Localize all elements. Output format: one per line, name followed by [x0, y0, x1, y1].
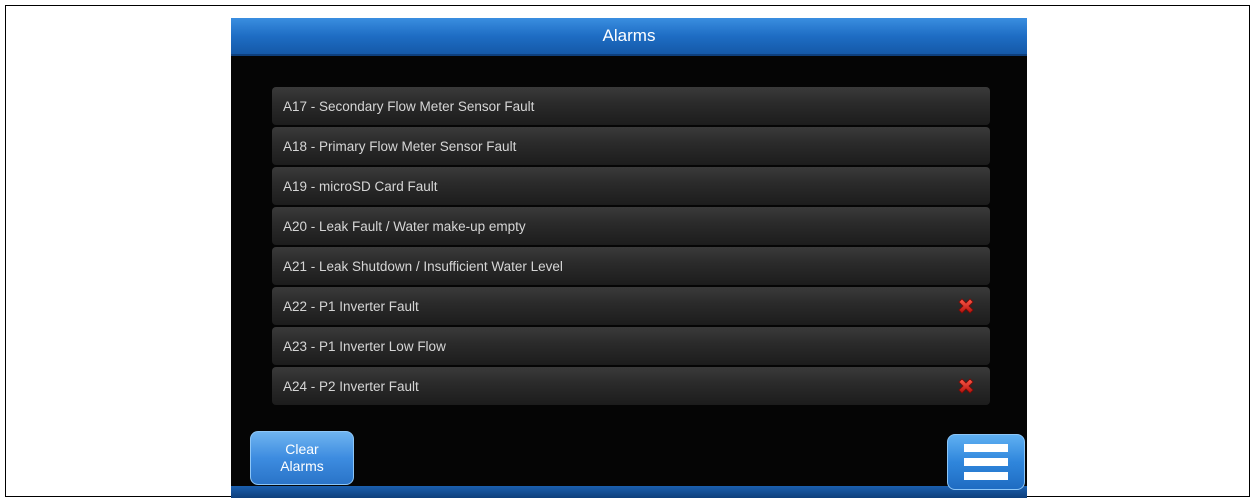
alarm-row-a19[interactable]: A19 - microSD Card Fault: [272, 167, 990, 205]
bottom-bar: [231, 486, 1027, 498]
alarm-label: A20 - Leak Fault / Water make-up empty: [283, 218, 526, 234]
clear-alarms-label-line1: Clear: [285, 441, 319, 457]
alarm-label: A21 - Leak Shutdown / Insufficient Water…: [283, 258, 563, 274]
alarm-label: A23 - P1 Inverter Low Flow: [283, 338, 446, 354]
alarm-label: A19 - microSD Card Fault: [283, 178, 438, 194]
alarm-row-a22[interactable]: A22 - P1 Inverter Fault: [272, 287, 990, 325]
title-bar: Alarms: [231, 18, 1027, 56]
alarm-row-a23[interactable]: A23 - P1 Inverter Low Flow: [272, 327, 990, 365]
alarm-active-x-icon: [958, 378, 974, 394]
alarm-label: A17 - Secondary Flow Meter Sensor Fault: [283, 98, 535, 114]
alarm-label: A18 - Primary Flow Meter Sensor Fault: [283, 138, 517, 154]
alarm-row-a20[interactable]: A20 - Leak Fault / Water make-up empty: [272, 207, 990, 245]
alarm-label: A22 - P1 Inverter Fault: [283, 298, 419, 314]
hamburger-menu-icon: [964, 444, 1008, 480]
alarm-label: A24 - P2 Inverter Fault: [283, 378, 419, 394]
alarm-row-a21[interactable]: A21 - Leak Shutdown / Insufficient Water…: [272, 247, 990, 285]
alarm-row-a24[interactable]: A24 - P2 Inverter Fault: [272, 367, 990, 405]
page-title: Alarms: [602, 26, 656, 45]
alarm-row-a17[interactable]: A17 - Secondary Flow Meter Sensor Fault: [272, 87, 990, 125]
menu-button[interactable]: [947, 434, 1025, 490]
clear-alarms-label-line2: Alarms: [280, 458, 324, 474]
alarm-row-a18[interactable]: A18 - Primary Flow Meter Sensor Fault: [272, 127, 990, 165]
alarm-active-x-icon: [958, 298, 974, 314]
alarm-list: A17 - Secondary Flow Meter Sensor Fault …: [272, 87, 990, 407]
alarms-screen: Alarms A17 - Secondary Flow Meter Sensor…: [231, 18, 1027, 498]
clear-alarms-button[interactable]: Clear Alarms: [250, 431, 354, 485]
